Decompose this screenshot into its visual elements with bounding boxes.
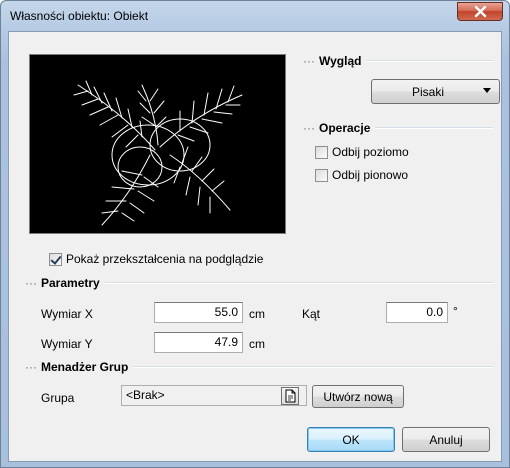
dialog-window: Własności obiektu: Obiekt ··· Wygląd Pis… [0, 0, 510, 468]
section-divider [375, 127, 493, 129]
flip-vertical-label: Odbij pionowo [332, 168, 409, 182]
pens-dropdown-button[interactable]: Pisaki [371, 79, 500, 104]
dim-y-unit: cm [249, 337, 265, 351]
flip-horizontal-checkbox[interactable]: Odbij poziomo [315, 145, 409, 159]
document-icon [285, 389, 296, 403]
cancel-button[interactable]: Anuluj [402, 427, 490, 452]
section-divider [104, 282, 493, 284]
show-transform-label: Pokaż przekształcenia na podglądzie [66, 252, 264, 266]
close-icon [474, 6, 487, 18]
parameters-section-header: ··· Parametry [25, 276, 493, 290]
create-new-group-button[interactable]: Utwórz nową [312, 385, 404, 408]
angle-unit: ° [453, 304, 458, 318]
dropdown-arrow-icon [483, 88, 491, 93]
dim-x-unit: cm [249, 307, 265, 321]
flip-horizontal-box[interactable] [315, 145, 328, 159]
section-divider [366, 60, 493, 62]
flip-vertical-box[interactable] [315, 168, 328, 182]
groups-section-header: ··· Menadżer Grup [25, 360, 493, 374]
dialog-client-area: ··· Wygląd Pisaki ··· Operacje Odbij poz… [8, 31, 502, 462]
close-button[interactable] [457, 2, 503, 21]
section-dots: ··· [25, 360, 37, 374]
angle-label: Kąt [302, 307, 321, 321]
appearance-section-title: Wygląd [319, 54, 362, 68]
window-title: Własności obiektu: Obiekt [10, 9, 149, 23]
flip-vertical-checkbox[interactable]: Odbij pionowo [315, 168, 408, 182]
browse-group-button[interactable] [281, 387, 299, 405]
create-new-label: Utwórz nową [323, 389, 393, 404]
preview-canvas [29, 54, 286, 234]
parameters-section-title: Parametry [41, 276, 100, 290]
flip-horizontal-label: Odbij poziomo [332, 145, 409, 159]
group-field: <Brak> [121, 385, 307, 406]
section-dots: ··· [303, 121, 315, 135]
dim-y-label: Wymiar Y [41, 337, 93, 351]
dim-x-label: Wymiar X [41, 307, 93, 321]
title-bar[interactable]: Własności obiektu: Obiekt [1, 1, 509, 31]
section-dots: ··· [303, 54, 315, 68]
cancel-button-label: Anuluj [429, 432, 463, 447]
show-transform-checkbox[interactable]: Pokaż przekształcenia na podglądzie [49, 252, 263, 266]
dim-x-field[interactable]: 55.0 [154, 302, 243, 323]
appearance-section-header: ··· Wygląd [303, 54, 493, 68]
pens-button-label: Pisaki [412, 84, 445, 99]
groups-section-title: Menadżer Grup [41, 360, 129, 374]
plant-symbol-preview [73, 80, 243, 226]
group-value: <Brak> [126, 388, 165, 402]
group-label: Grupa [41, 391, 75, 405]
ok-button-label: OK [342, 432, 360, 447]
operations-section-header: ··· Operacje [303, 121, 493, 135]
operations-section-title: Operacje [319, 121, 371, 135]
section-dots: ··· [25, 276, 37, 290]
section-divider [133, 366, 493, 368]
ok-button[interactable]: OK [307, 427, 395, 452]
dim-y-field[interactable]: 47.9 [154, 332, 243, 353]
angle-field[interactable]: 0.0 [386, 302, 448, 323]
show-transform-box[interactable] [49, 252, 62, 266]
